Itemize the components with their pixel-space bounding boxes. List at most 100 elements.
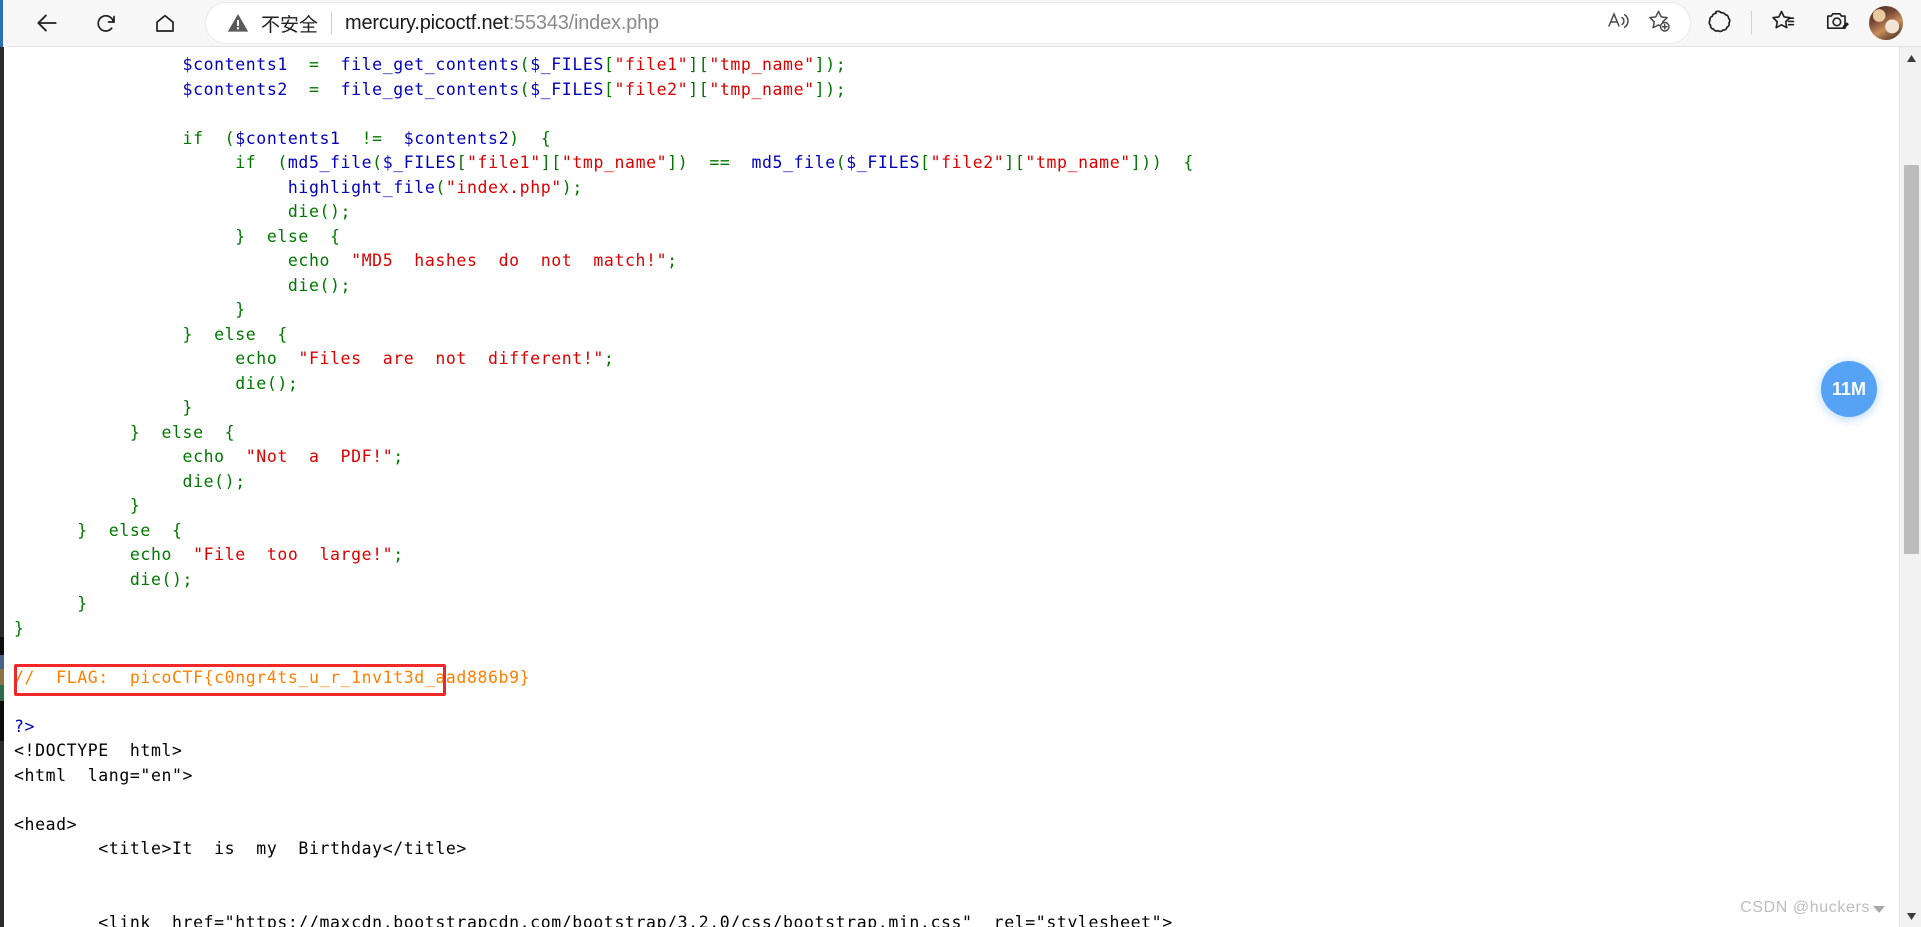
code-token: ;	[393, 545, 404, 564]
code-token: die();	[182, 471, 246, 491]
url-display[interactable]: mercury.picoctf.net:55343/index.php	[345, 12, 659, 35]
address-bar-actions	[1598, 3, 1690, 43]
code-token: "file1"	[467, 153, 541, 172]
code-token: ) {	[509, 128, 552, 148]
code-token: } else {	[77, 520, 183, 540]
code-token: "Files are not different!"	[298, 349, 604, 368]
browser-toolbar: 不安全 mercury.picoctf.net:55343/index.php	[0, 0, 1921, 47]
code-token: } else {	[129, 422, 236, 442]
url-path: :55343/index.php	[508, 11, 659, 34]
code-token: (	[519, 55, 531, 74]
home-icon	[153, 11, 177, 35]
code-token: } else {	[182, 324, 288, 344]
code-token: "file1"	[614, 55, 689, 74]
code-token: "Not a PDF!"	[245, 447, 394, 466]
code-token: $contents2	[182, 79, 288, 99]
not-secure-warning-icon[interactable]	[226, 11, 250, 35]
code-token: (	[435, 177, 446, 197]
code-token: echo	[235, 349, 299, 368]
code-token: ])) {	[1130, 153, 1194, 172]
reload-button[interactable]	[85, 2, 127, 44]
add-favorite-button[interactable]	[1638, 3, 1678, 43]
code-token: die();	[235, 373, 299, 393]
code-token: }	[77, 594, 88, 613]
code-token: if (	[182, 128, 236, 148]
window-left-edge	[0, 0, 8, 47]
code-token: (	[835, 153, 847, 172]
scrollbar-thumb[interactable]	[1904, 165, 1919, 554]
collections-button[interactable]	[1817, 3, 1857, 43]
code-token: ]);	[814, 55, 847, 74]
address-bar[interactable]: 不安全 mercury.picoctf.net:55343/index.php	[206, 3, 1690, 43]
code-token: die();	[287, 202, 352, 221]
watermark-text: CSDN @huckers	[1740, 899, 1870, 916]
code-token: <head>	[14, 814, 78, 834]
code-token: );	[561, 177, 583, 197]
code-token: ][	[688, 55, 710, 74]
security-status-label: 不安全	[261, 13, 319, 36]
code-token: ][	[688, 79, 710, 99]
code-token: (	[372, 153, 383, 172]
code-token: $contents1	[182, 55, 288, 74]
code-token: }	[14, 618, 25, 638]
code-token: [	[456, 153, 468, 172]
code-token: $contents1	[235, 128, 341, 148]
code-token: md5_file	[287, 153, 373, 172]
read-aloud-icon	[1606, 9, 1630, 38]
code-token: "tmp_name"	[709, 55, 815, 74]
code-token: die();	[287, 275, 352, 295]
favorites-star-icon	[1770, 8, 1796, 39]
code-token: ?>	[14, 716, 36, 736]
back-arrow-icon	[34, 10, 60, 36]
edge-segment-a	[0, 637, 4, 655]
chevron-down-icon	[1906, 912, 1916, 920]
page-viewport: $contents1 = file_get_contents($_FILES["…	[0, 47, 1921, 927]
code-token: <link href="https://maxcdn.bootstrapcdn.…	[98, 912, 1173, 927]
code-token: "MD5 hashes do not match!"	[351, 251, 668, 270]
code-token: $_FILES	[382, 153, 457, 172]
code-token: "File too large!"	[193, 545, 394, 564]
edge-segment-d	[0, 685, 4, 701]
code-token: highlight_file	[287, 177, 436, 197]
code-token: if (	[235, 153, 288, 172]
read-aloud-button[interactable]	[1598, 3, 1638, 43]
chevron-up-icon	[1906, 54, 1916, 62]
code-token: $contents2	[403, 128, 510, 148]
star-plus-icon	[1646, 8, 1671, 38]
code-token: }	[182, 398, 194, 417]
code-token: md5_file	[751, 153, 836, 172]
vertical-scrollbar[interactable]	[1899, 47, 1921, 927]
scroll-down-button[interactable]	[1900, 905, 1921, 927]
code-token: ][	[540, 153, 562, 172]
code-token: "tmp_name"	[709, 79, 815, 99]
code-token: "file2"	[614, 79, 689, 99]
code-token: <!DOCTYPE html>	[14, 741, 183, 760]
window-edge-strip	[0, 47, 4, 927]
highlighted-source-code: $contents1 = file_get_contents($_FILES["…	[14, 53, 1289, 927]
watermark-caret-icon	[1873, 905, 1885, 913]
code-token: <title>It is my Birthday</title>	[98, 839, 467, 858]
floating-counter-badge[interactable]: 11M	[1821, 361, 1877, 417]
edge-segment-b	[0, 655, 4, 669]
home-button[interactable]	[144, 2, 186, 44]
toolbar-divider	[1751, 11, 1752, 35]
code-token: $_FILES	[530, 79, 604, 99]
code-token: echo	[182, 447, 246, 466]
code-token: =	[287, 79, 341, 99]
code-token: <html lang="en">	[14, 765, 194, 785]
code-token: ;	[667, 251, 678, 270]
code-token: } else {	[235, 226, 341, 246]
toolbar-right-actions	[1700, 3, 1921, 43]
url-host: mercury.picoctf.net	[345, 11, 509, 34]
code-token: [	[603, 79, 615, 99]
code-token: file_get_contents	[340, 55, 520, 74]
code-token: "tmp_name"	[561, 153, 668, 172]
scroll-up-button[interactable]	[1900, 47, 1921, 69]
profile-avatar[interactable]	[1869, 6, 1903, 40]
code-token: "file2"	[930, 153, 1005, 172]
copilot-button[interactable]	[1700, 3, 1740, 43]
code-token: ;	[393, 447, 404, 466]
favorites-button[interactable]	[1763, 3, 1803, 43]
php-source-listing: $contents1 = file_get_contents($_FILES["…	[5, 47, 1876, 927]
back-button[interactable]	[26, 2, 68, 44]
